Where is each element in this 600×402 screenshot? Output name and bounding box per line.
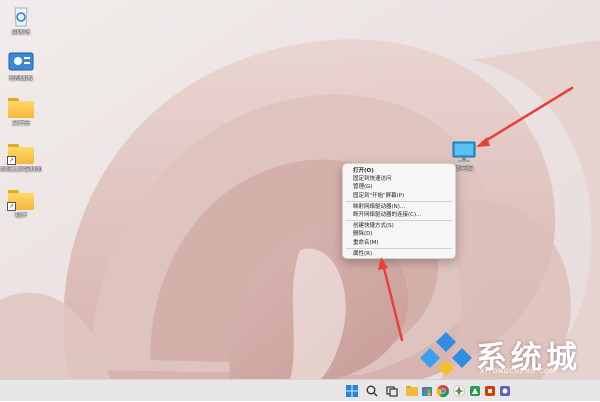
watermark-subtext: XITONGCHENG.COM <box>480 368 557 375</box>
app-icon-2[interactable] <box>498 383 512 397</box>
app-icon[interactable] <box>468 383 482 397</box>
file-explorer-icon[interactable] <box>405 383 419 397</box>
office-icon[interactable] <box>483 383 497 397</box>
watermark-diamond-icon <box>420 332 472 376</box>
store-icon[interactable] <box>420 383 434 397</box>
arrow-to-properties <box>378 257 404 342</box>
task-view-icon[interactable] <box>385 383 399 397</box>
start-icon[interactable] <box>345 383 359 397</box>
search-icon[interactable] <box>365 383 379 397</box>
taskbar <box>0 379 600 401</box>
watermark-logo: 系统城 XITONGCHENG.COM <box>416 328 600 380</box>
chrome-icon[interactable] <box>436 383 450 398</box>
arrow-to-this-pc <box>476 86 574 147</box>
photos-icon[interactable] <box>452 383 466 397</box>
